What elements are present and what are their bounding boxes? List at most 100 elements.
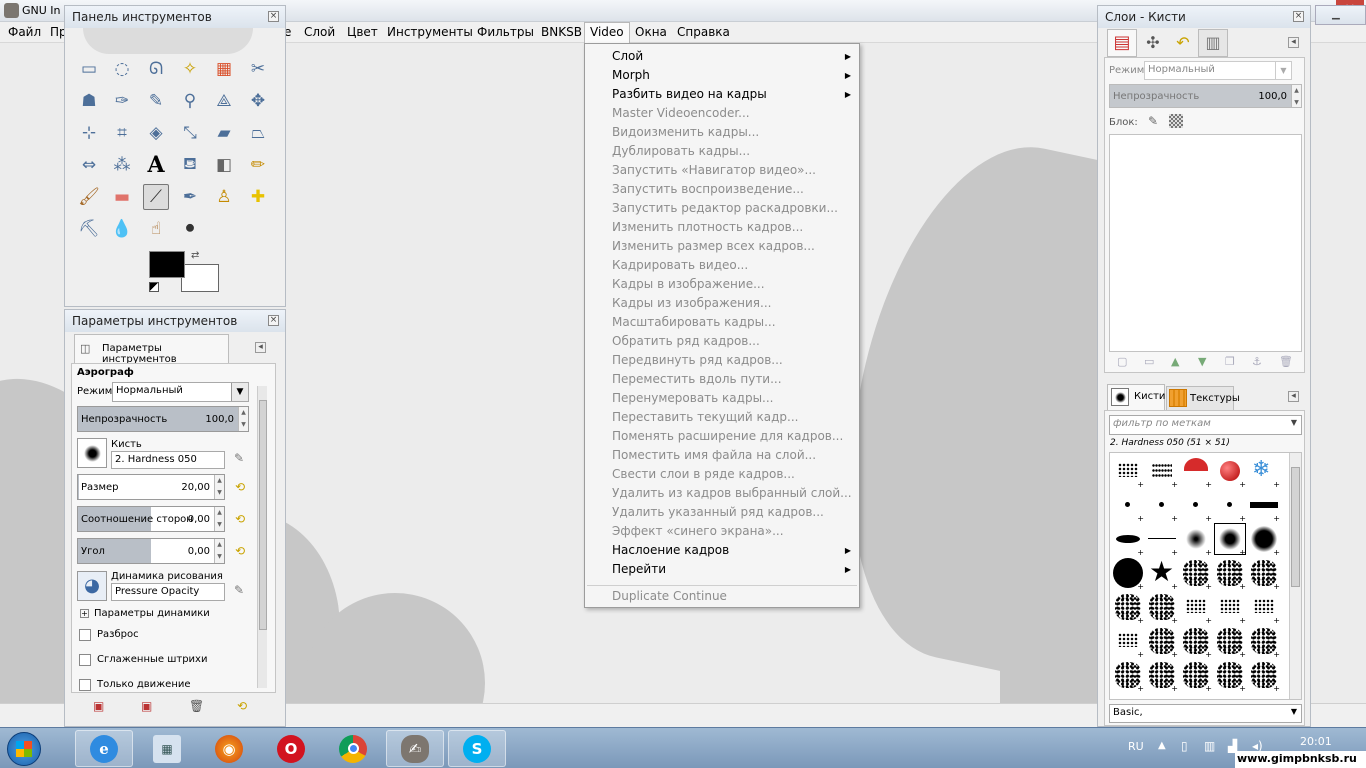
crop-icon[interactable]: ⌗ (109, 120, 135, 146)
menu-item[interactable]: Слой (612, 49, 643, 63)
menu-item[interactable]: Перейти (612, 562, 666, 576)
clock-time[interactable]: 20:01 (1300, 735, 1332, 748)
menu-item[interactable]: Удалить указанный ряд кадров... (612, 505, 824, 519)
brush-thumbnail[interactable]: + (1112, 523, 1144, 557)
jitter-checkbox[interactable] (79, 629, 91, 641)
brush-preview[interactable] (77, 438, 107, 468)
brush-thumbnail[interactable]: + (1248, 659, 1280, 693)
brush-thumbnail[interactable]: + (1112, 557, 1144, 591)
brush-thumbnail[interactable]: + (1214, 625, 1246, 659)
shear-icon[interactable]: ▰ (211, 120, 237, 146)
scissors-icon[interactable]: ✂ (245, 56, 271, 82)
menu-help[interactable]: Справка (677, 25, 730, 39)
menu-item[interactable]: Запустить редактор раскадровки... (612, 201, 838, 215)
brush-thumbnail[interactable]: + (1214, 455, 1246, 489)
menu-tools[interactable]: Инструменты (387, 25, 473, 39)
tab-layers[interactable]: ▤ (1107, 29, 1137, 57)
menu-item[interactable]: Дублировать кадры... (612, 144, 750, 158)
bucket-fill-icon[interactable]: ⛾ (177, 152, 203, 178)
menu-item[interactable]: Запустить «Навигатор видео»... (612, 163, 816, 177)
save-options-icon[interactable]: ▣ (93, 699, 104, 713)
taskbar-ie[interactable]: e (75, 730, 133, 767)
menu-item[interactable]: Эффект «синего экрана»... (612, 524, 784, 538)
brush-thumbnail[interactable]: + (1248, 523, 1280, 557)
brush-thumbnail[interactable]: + (1112, 489, 1144, 523)
menu-layer[interactable]: Слой (304, 25, 335, 39)
color-picker-icon[interactable]: ✎ (143, 88, 169, 114)
menu-item[interactable]: Кадрировать видео... (612, 258, 748, 272)
brush-grid[interactable]: + + + + ❄ + + + + + + + + + + + + ★ + + + + + + + + + + + + + + + + + + + (1109, 452, 1302, 700)
scale-icon[interactable]: ⤡ (177, 120, 203, 146)
brush-thumbnail[interactable]: + (1146, 625, 1178, 659)
menu-color[interactable]: Цвет (347, 25, 378, 39)
brush-thumbnail[interactable]: + (1180, 523, 1212, 557)
taskbar-firefox[interactable]: ◉ (200, 730, 258, 767)
taskbar-opera[interactable]: O (262, 730, 320, 767)
menu-item-duplicate-continue[interactable]: Duplicate Continue (612, 589, 727, 603)
brush-thumbnail[interactable]: + (1180, 659, 1212, 693)
menu-item[interactable]: Переместить вдоль пути... (612, 372, 782, 386)
new-layer-icon[interactable]: ▢ (1117, 355, 1127, 368)
brush-thumbnail[interactable]: + (1214, 591, 1246, 625)
anchor-layer-icon[interactable]: ⚓ (1252, 355, 1262, 368)
close-icon[interactable]: × (1293, 11, 1304, 22)
eraser-icon[interactable]: ▬ (109, 184, 135, 210)
reset-angle-icon[interactable]: ⟲ (232, 544, 248, 560)
cage-icon[interactable]: ⁂ (109, 152, 135, 178)
layer-opacity-slider[interactable]: Непрозрачность 100,0 ▲ ▼ (1109, 84, 1302, 108)
brush-thumbnail[interactable]: + (1180, 625, 1212, 659)
tab-tool-options[interactable]: ◫ Параметры инструментов (74, 334, 229, 365)
lasso-icon[interactable]: ᘏ (143, 56, 169, 82)
default-colors-icon[interactable] (149, 282, 159, 292)
menu-file[interactable]: Файл (8, 25, 41, 39)
menu-item[interactable]: Поменять расширение для кадров... (612, 429, 843, 443)
menu-item[interactable]: Свести слои в ряде кадров... (612, 467, 795, 481)
pencil-icon[interactable]: ✏ (245, 152, 271, 178)
layers-list[interactable] (1109, 134, 1302, 352)
measure-icon[interactable]: ⟁ (211, 88, 237, 114)
brush-thumbnail[interactable]: + (1112, 591, 1144, 625)
brush-thumbnail[interactable]: + (1146, 659, 1178, 693)
menu-item[interactable]: Видоизменить кадры... (612, 125, 759, 139)
reset-options-icon[interactable]: ⟲ (237, 699, 247, 713)
dynamics-field[interactable]: Pressure Opacity (111, 583, 225, 601)
tab-menu-icon[interactable]: ◂ (1288, 391, 1299, 402)
brush-thumbnail[interactable]: + (1180, 557, 1212, 591)
brush-thumbnail[interactable]: + (1248, 625, 1280, 659)
brush-thumbnail[interactable]: + (1180, 591, 1212, 625)
mode-select[interactable]: Нормальный ▼ (112, 382, 249, 402)
brush-thumbnail[interactable]: ★ + (1146, 555, 1178, 591)
reset-size-icon[interactable]: ⟲ (232, 480, 248, 496)
language-indicator[interactable]: RU (1128, 740, 1144, 753)
perspective-clone-icon[interactable]: ⛏ (76, 216, 102, 242)
motion-only-checkbox[interactable] (79, 679, 91, 691)
menu-item[interactable]: Morph (612, 68, 650, 82)
delete-options-icon[interactable]: 🗑 (189, 699, 204, 713)
tab-textures[interactable]: Текстуры (1166, 386, 1240, 410)
restore-options-icon[interactable]: ▣ (141, 699, 152, 713)
menu-filters[interactable]: Фильтры (477, 25, 534, 39)
rotate-icon[interactable]: ◈ (143, 120, 169, 146)
airbrush-icon[interactable]: ⟋ (143, 184, 169, 210)
brush-thumbnail[interactable]: + (1146, 591, 1178, 625)
paintbrush-icon[interactable]: 🖌 (76, 184, 102, 210)
tag-filter-input[interactable]: фильтр по меткам ▼ (1109, 415, 1302, 435)
menu-item[interactable]: Удалить из кадров выбранный слой... (612, 486, 852, 500)
aspect-ratio-slider[interactable]: Соотношение сторон 0,00 ▲ ▼ (77, 506, 225, 532)
brush-thumbnail[interactable]: + (1180, 455, 1212, 489)
brush-preset-select[interactable]: Basic, ▼ (1109, 704, 1302, 723)
menu-windows[interactable]: Окна (635, 25, 667, 39)
lock-pixels-icon[interactable]: ✎ (1148, 114, 1158, 128)
taskbar-gimp[interactable]: ✍ (386, 730, 444, 767)
menu-item[interactable]: Масштабировать кадры... (612, 315, 776, 329)
tab-channels[interactable]: ✣ (1138, 31, 1168, 57)
menu-video[interactable]: Video (584, 22, 630, 43)
menu-item[interactable]: Наслоение кадров (612, 543, 729, 557)
align-icon[interactable]: ⊹ (76, 120, 102, 146)
menu-item[interactable]: Изменить размер всех кадров... (612, 239, 815, 253)
perspective-icon[interactable]: ⏢ (245, 120, 271, 146)
raise-layer-icon[interactable]: ▲ (1171, 355, 1179, 368)
spin-arrows-icon[interactable]: ▲ ▼ (214, 507, 224, 531)
brush-grid-scrollbar[interactable] (1289, 453, 1301, 699)
lower-layer-icon[interactable]: ▼ (1198, 355, 1206, 368)
